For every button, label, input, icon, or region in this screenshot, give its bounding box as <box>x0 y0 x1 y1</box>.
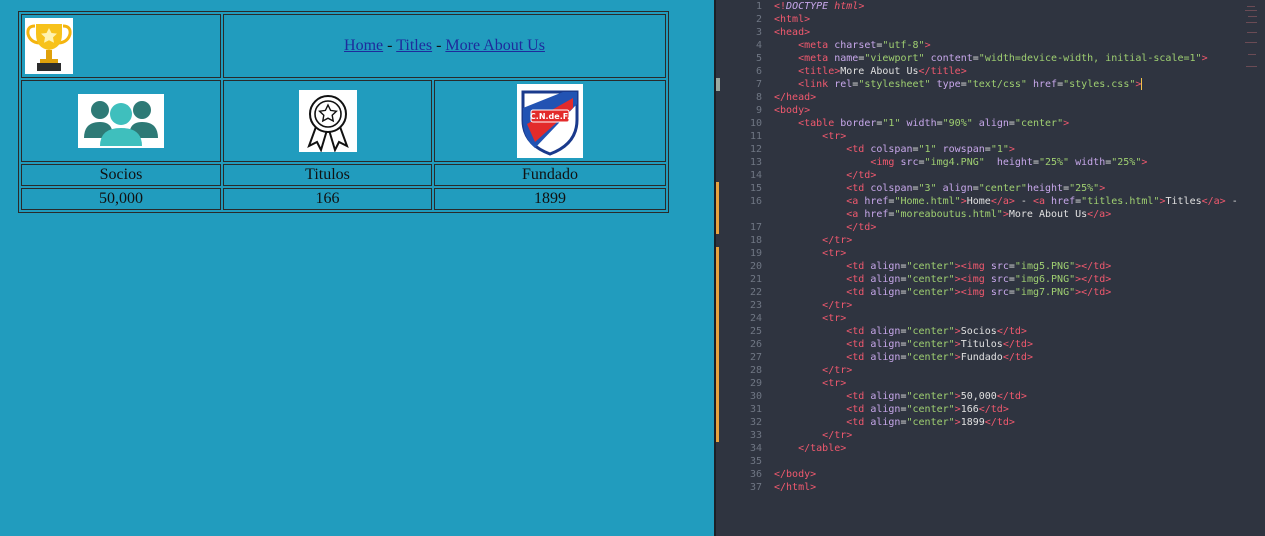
code-line[interactable]: 24 <tr> <box>716 312 1265 325</box>
code-line[interactable]: 16 <a href="Home.html">Home</a> - <a hre… <box>716 195 1265 208</box>
code-area[interactable]: 1 <!DOCTYPE html> 2 <html> 3 <head> 4 <meta ch… <box>716 0 1265 494</box>
code-editor[interactable]: 1 <!DOCTYPE html> 2 <html> 3 <head> 4 <meta ch… <box>714 0 1265 536</box>
code-line[interactable]: <a href="moreaboutus.html">More About Us… <box>716 208 1265 221</box>
code-line[interactable]: 7 <link rel="stylesheet" type="text/css"… <box>716 78 1265 91</box>
code-line[interactable]: 33 </tr> <box>716 429 1265 442</box>
code-line[interactable]: 15 <td colspan="3" align="center"height=… <box>716 182 1265 195</box>
code-line[interactable]: 31 <td align="center">166</td> <box>716 403 1265 416</box>
code-line[interactable]: 18 </tr> <box>716 234 1265 247</box>
fundado-label: Fundado <box>434 164 666 186</box>
code-line[interactable]: 21 <td align="center"><img src="img6.PNG… <box>716 273 1265 286</box>
code-line[interactable]: 22 <td align="center"><img src="img7.PNG… <box>716 286 1265 299</box>
image-row: C.N.de.F. <box>21 80 666 162</box>
code-line[interactable]: 36 </body> <box>716 468 1265 481</box>
club-crest-icon: C.N.de.F. <box>517 84 583 158</box>
code-line[interactable]: 6 <title>More About Us</title> <box>716 65 1265 78</box>
code-line[interactable]: 4 <meta charset="utf-8"> <box>716 39 1265 52</box>
code-line[interactable]: 20 <td align="center"><img src="img5.PNG… <box>716 260 1265 273</box>
code-line[interactable]: 8 </head> <box>716 91 1265 104</box>
code-line[interactable]: 10 <table border="1" width="90%" align="… <box>716 117 1265 130</box>
code-line[interactable]: 17 </td> <box>716 221 1265 234</box>
browser-viewport: Home - Titles - More About Us C.N.de.F. … <box>0 0 714 536</box>
fundado-value: 1899 <box>434 188 666 210</box>
titulos-value: 166 <box>223 188 432 210</box>
titulos-label: Titulos <box>223 164 432 186</box>
nav-cell: Home - Titles - More About Us <box>223 14 666 78</box>
code-line[interactable]: 37 </html> <box>716 481 1265 494</box>
code-line[interactable]: 3 <head> <box>716 26 1265 39</box>
code-line[interactable]: 25 <td align="center">Socios</td> <box>716 325 1265 338</box>
crest-cell: C.N.de.F. <box>434 80 666 162</box>
code-line[interactable]: 27 <td align="center">Fundado</td> <box>716 351 1265 364</box>
nav-separator: - <box>432 37 446 54</box>
labels-row: Socios Titulos Fundado <box>21 164 666 186</box>
medal-cell <box>223 80 432 162</box>
code-line[interactable]: 13 <img src="img4.PNG" height="25%" widt… <box>716 156 1265 169</box>
code-line[interactable]: 11 <tr> <box>716 130 1265 143</box>
members-icon <box>78 94 164 148</box>
code-line[interactable]: 19 <tr> <box>716 247 1265 260</box>
svg-text:C.N.de.F.: C.N.de.F. <box>530 112 570 121</box>
code-line[interactable]: 32 <td align="center">1899</td> <box>716 416 1265 429</box>
code-line[interactable]: 26 <td align="center">Titulos</td> <box>716 338 1265 351</box>
code-line[interactable]: 35 <box>716 455 1265 468</box>
header-row: Home - Titles - More About Us <box>21 14 666 78</box>
code-line[interactable]: 23 </tr> <box>716 299 1265 312</box>
site-table: Home - Titles - More About Us C.N.de.F. … <box>18 11 669 213</box>
values-row: 50,000 166 1899 <box>21 188 666 210</box>
code-line[interactable]: 1 <!DOCTYPE html> <box>716 0 1265 13</box>
code-line[interactable]: 14 </td> <box>716 169 1265 182</box>
code-line[interactable]: 5 <meta name="viewport" content="width=d… <box>716 52 1265 65</box>
medal-icon <box>298 90 357 152</box>
home-link[interactable]: Home <box>344 37 383 54</box>
trophy-cell <box>21 14 221 78</box>
code-line[interactable]: 34 </table> <box>716 442 1265 455</box>
code-line[interactable]: 28 </tr> <box>716 364 1265 377</box>
code-line[interactable]: 12 <td colspan="1" rowspan="1"> <box>716 143 1265 156</box>
code-line[interactable]: 9 <body> <box>716 104 1265 117</box>
code-line[interactable]: 30 <td align="center">50,000</td> <box>716 390 1265 403</box>
socios-value: 50,000 <box>21 188 221 210</box>
more-about-us-link[interactable]: More About Us <box>445 37 545 54</box>
nav-separator: - <box>383 37 397 54</box>
members-cell <box>21 80 221 162</box>
minimap[interactable] <box>1245 2 1259 82</box>
code-line[interactable]: 2 <html> <box>716 13 1265 26</box>
code-line[interactable]: 29 <tr> <box>716 377 1265 390</box>
socios-label: Socios <box>21 164 221 186</box>
trophy-icon <box>25 18 73 74</box>
titles-link[interactable]: Titles <box>396 37 432 54</box>
